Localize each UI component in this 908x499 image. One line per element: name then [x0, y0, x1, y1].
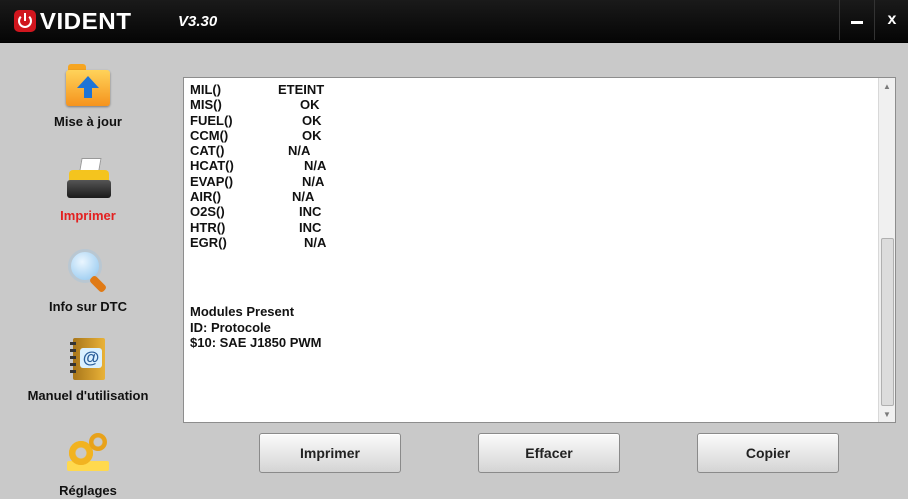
monitor-name: CAT(): [190, 143, 225, 159]
monitor-name: FUEL(): [190, 112, 233, 128]
modules-header: ID: Protocole: [190, 319, 271, 335]
monitor-name: AIR(): [190, 189, 222, 205]
monitor-name: O2S(): [190, 204, 225, 220]
monitor-status: OK: [300, 97, 320, 113]
app-logo-text: VIDENT: [39, 7, 132, 34]
sidebar-item-label: Mise à jour: [54, 114, 122, 129]
monitor-name: HTR(): [190, 219, 226, 235]
sidebar-item-label: Manuel d'utilisation: [27, 388, 149, 403]
monitor-status: N/A: [304, 158, 327, 174]
address-book-icon: @: [65, 336, 111, 382]
monitor-name: EVAP(): [190, 173, 234, 189]
close-icon: x: [887, 11, 897, 28]
minimize-icon: [851, 20, 863, 24]
scroll-down-arrow-icon[interactable]: ▼: [879, 406, 895, 422]
modules-section: Modules Present ID: Protocole $10: SAE J…: [190, 304, 322, 351]
vertical-scrollbar[interactable]: ▲ ▼: [878, 78, 895, 422]
monitor-status: N/A: [292, 189, 315, 205]
sidebar-item-print[interactable]: Imprimer: [0, 156, 176, 223]
monitor-name: MIS(): [190, 97, 222, 113]
monitor-status: OK: [302, 127, 322, 143]
printer-icon: [65, 156, 111, 202]
sidebar-item-dtc-info[interactable]: Info sur DTC: [0, 247, 176, 314]
monitor-status: INC: [299, 204, 322, 220]
monitor-status: ETEINT: [278, 82, 325, 97]
gears-icon: [65, 431, 111, 477]
app-version: V3.30: [178, 13, 218, 30]
modules-line: $10: SAE J1850 PWM: [190, 335, 322, 350]
close-button[interactable]: x: [874, 0, 908, 40]
vident-logo-icon: [14, 10, 36, 32]
modules-title: Modules Present: [190, 304, 295, 319]
app-logo: VIDENT: [14, 7, 132, 34]
copy-button[interactable]: Copier: [697, 433, 839, 473]
sidebar-item-label: Imprimer: [60, 208, 116, 223]
monitor-status: N/A: [304, 234, 327, 250]
sidebar-item-label: Info sur DTC: [49, 299, 127, 314]
minimize-button[interactable]: [839, 0, 874, 40]
monitor-status: N/A: [302, 173, 325, 189]
monitor-name: CCM(): [190, 127, 229, 143]
monitor-name: EGR(): [190, 234, 227, 250]
monitor-status: INC: [299, 219, 322, 235]
monitor-name: MIL(): [190, 82, 222, 97]
sidebar-item-settings[interactable]: Réglages: [0, 431, 176, 498]
sidebar-item-manual[interactable]: @ Manuel d'utilisation: [0, 336, 176, 403]
monitor-status: N/A: [288, 143, 311, 159]
monitor-status: OK: [302, 112, 322, 128]
sidebar-item-update[interactable]: Mise à jour: [0, 62, 176, 129]
magnifier-icon: [65, 247, 111, 294]
monitor-name: HCAT(): [190, 158, 234, 174]
print-button[interactable]: Imprimer: [259, 433, 401, 473]
sidebar-item-label: Réglages: [59, 483, 117, 498]
clear-button[interactable]: Effacer: [478, 433, 620, 473]
report-text-area[interactable]: MIL() ETEINT MIS() OK FUEL() OK CCM() OK…: [183, 77, 896, 423]
scroll-thumb[interactable]: [881, 238, 894, 406]
folder-upload-icon: [65, 62, 111, 108]
title-bar: VIDENT V3.30 x: [0, 0, 908, 43]
scroll-up-arrow-icon[interactable]: ▲: [879, 78, 895, 94]
